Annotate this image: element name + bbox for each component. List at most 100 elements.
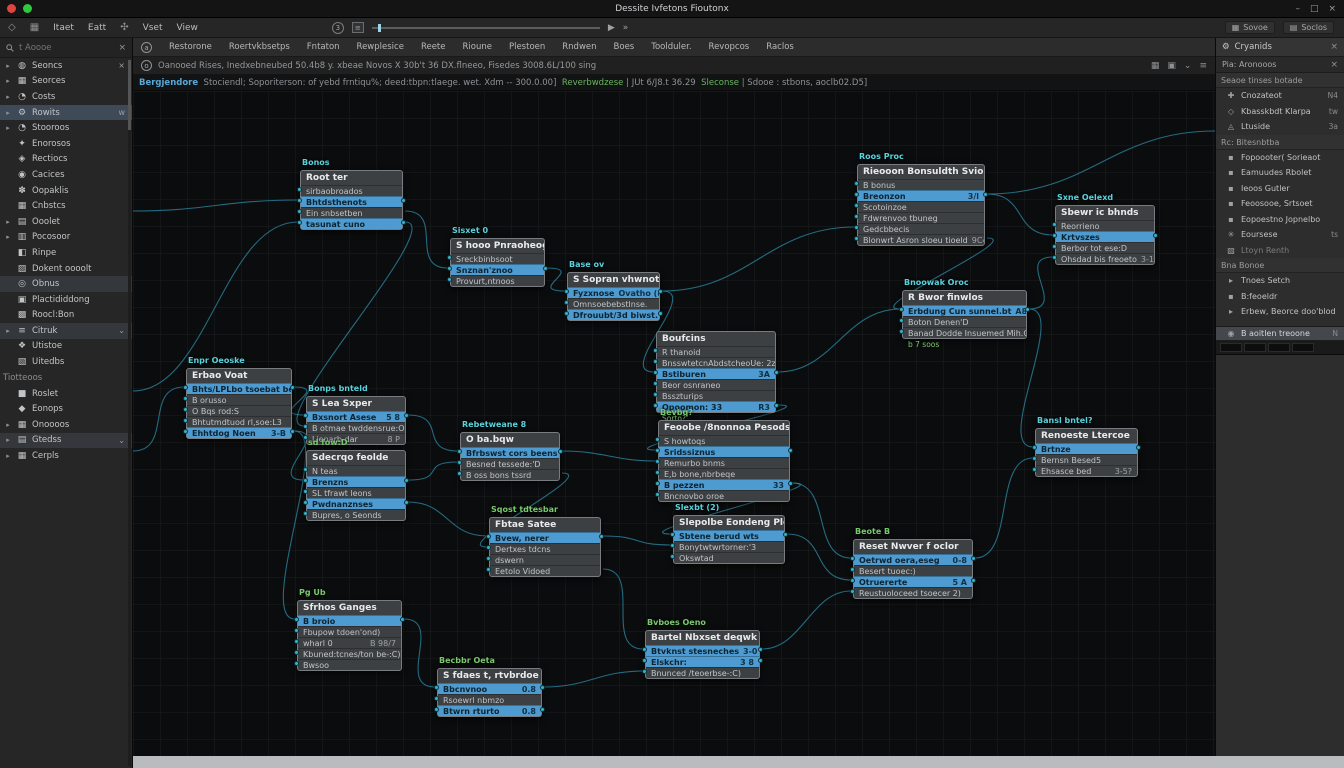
expander-icon[interactable]: ▸ <box>4 93 12 101</box>
node-row[interactable]: Bonytwtwrtorner:'3 <box>674 541 784 552</box>
panel-item-eamuudes-rbolet[interactable]: ▪Eamuudes Rbolet <box>1216 165 1344 181</box>
node-box[interactable]: R Bwor finwlosErbdung Cun sunnel.btA8Bot… <box>902 290 1027 339</box>
node-row[interactable]: Bbcnvnoo0.8 <box>438 683 541 694</box>
node-row[interactable]: Berbor tot ese:D <box>1056 242 1154 253</box>
graph-node-bartel-nbxset-deqwk[interactable]: Bvboes OenoBartel Nbxset deqwkBtvknst st… <box>645 630 760 679</box>
input-port[interactable] <box>457 449 462 454</box>
node-row[interactable]: Brenzns <box>307 476 405 487</box>
sidebar-item-citruk[interactable]: ▸≡Citruk⌄ <box>0 323 132 339</box>
node-box[interactable]: BoufcinsR thanoidBnsswtetcnAbdstcheoUe: … <box>656 331 776 413</box>
move-icon[interactable]: ✣ <box>120 22 128 33</box>
node-row[interactable]: Btvknst stesneches3-0 <box>646 645 759 656</box>
node-box[interactable]: Feoobe /8nonnoa PesodsS howtoqsSridssizn… <box>658 420 790 502</box>
input-port[interactable] <box>434 696 439 701</box>
node-row[interactable]: Ohsdad bis freoeto3-1:0 <box>1056 253 1154 264</box>
node-box[interactable]: Slepolbe Eondeng PlecolstSbtene berud wt… <box>673 515 785 564</box>
panel-item-feoosooe-srtsoet[interactable]: ▪Feoosooe, Srtsoet <box>1216 196 1344 212</box>
node-box[interactable]: Root tersirbaobroadosBhtdsthenotsEin snb… <box>300 170 403 230</box>
input-port[interactable] <box>457 471 462 476</box>
node-row[interactable]: Btwrn rturto0.8 <box>438 705 541 716</box>
sidebar-item-eonops[interactable]: ◆Eonops <box>0 401 132 417</box>
output-port[interactable] <box>658 311 663 316</box>
chevron-down-icon[interactable]: ⌄ <box>118 326 128 335</box>
tab-plestoen[interactable]: Plestoen <box>509 42 545 52</box>
sidebar-item-seoncs[interactable]: ▸◍Seoncs× <box>0 58 132 74</box>
input-port[interactable] <box>653 392 658 397</box>
input-port[interactable] <box>670 554 675 559</box>
input-port[interactable] <box>303 500 308 505</box>
skip-end-icon[interactable]: » <box>623 23 629 33</box>
node-row[interactable]: Reorrieno <box>1056 220 1154 231</box>
clear-search-icon[interactable]: × <box>118 43 126 53</box>
input-port[interactable] <box>653 403 658 408</box>
node-row[interactable]: Krtvszes <box>1056 231 1154 242</box>
panel-item-ltuside[interactable]: ◬Ltuside3a <box>1216 119 1344 135</box>
panel-item-erbew-beorce-doo-blod[interactable]: ▸Erbew, Beorce doo'blod <box>1216 304 1344 320</box>
output-port[interactable] <box>404 413 409 418</box>
input-port[interactable] <box>1052 222 1057 227</box>
input-port[interactable] <box>297 187 302 192</box>
tab-rewplesice[interactable]: Rewplesice <box>357 42 404 52</box>
input-port[interactable] <box>447 277 452 282</box>
graph-node-renoeste-ltercoe[interactable]: Bansl bntel?Renoeste LtercoeBrtnzeBernsn… <box>1035 428 1138 477</box>
node-row[interactable]: SL tfrawt leons <box>307 487 405 498</box>
menu-itaet[interactable]: Itaet <box>53 23 74 33</box>
sidebar-item-stooroos[interactable]: ▸◔Stooroos <box>0 120 132 136</box>
input-port[interactable] <box>294 617 299 622</box>
output-port[interactable] <box>983 192 988 197</box>
graph-node-boufcins[interactable]: BoufcinsR thanoidBnsswtetcnAbdstcheoUe: … <box>656 331 776 413</box>
input-port[interactable] <box>854 225 859 230</box>
sidebar-item-roocl-bon[interactable]: ▩Roocl:Bon <box>0 308 132 324</box>
input-port[interactable] <box>854 203 859 208</box>
graph-node-erbao-voat[interactable]: Enpr OeoskeErbao VoatBhts/LPLbo tsoebat … <box>186 368 292 439</box>
output-port[interactable] <box>400 617 405 622</box>
input-port[interactable] <box>447 266 452 271</box>
node-box[interactable]: Renoeste LtercoeBrtnzeBernsn Besed5Ehsas… <box>1035 428 1138 477</box>
node-row[interactable]: Kbuned:tcnes/ton be-:C) <box>298 648 401 659</box>
node-row[interactable]: Bvew, nerer <box>490 532 600 543</box>
node-row[interactable]: Blonwrt Asron sloeu tioeld9C44 <box>858 234 984 245</box>
output-port[interactable] <box>788 481 793 486</box>
sidebar-item-rectiocs[interactable]: ◈Rectiocs <box>0 152 132 168</box>
node-row[interactable]: Sbtene berud wts <box>674 530 784 541</box>
tab-boes[interactable]: Boes <box>614 42 635 52</box>
input-port[interactable] <box>653 359 658 364</box>
expander-icon[interactable]: ▸ <box>4 109 12 117</box>
node-row[interactable]: Reustuoloceed tsoecer 2) <box>854 587 972 598</box>
frame-box-icon[interactable]: ≡ <box>352 22 364 33</box>
node-row[interactable]: N teas <box>307 465 405 476</box>
expander-icon[interactable]: ▸ <box>4 77 12 85</box>
loop-icon[interactable]: 3 <box>332 22 344 34</box>
node-row[interactable]: Omnsoebebstlnse. <box>568 298 659 309</box>
grab-icon[interactable]: ▦ <box>30 22 39 33</box>
node-canvas[interactable]: BonosRoot tersirbaobroadosBhtdsthenotsEi… <box>133 91 1215 756</box>
node-row[interactable]: dswern <box>490 554 600 565</box>
tab-fntaton[interactable]: Fntaton <box>307 42 340 52</box>
output-port[interactable] <box>774 370 779 375</box>
node-box[interactable]: Fbtae SateeBvew, nererDertxes tdcnsdswer… <box>489 517 601 577</box>
node-row[interactable]: B otmae twddensrue:O <box>307 422 405 433</box>
node-row[interactable]: Scotoinzoe <box>858 201 984 212</box>
node-row[interactable]: Provurt,ntnoos <box>451 275 544 286</box>
chevron-down-icon[interactable]: ⌄ <box>1184 61 1192 71</box>
node-row[interactable]: Bnunced /teoerbse-:C) <box>646 667 759 678</box>
input-port[interactable] <box>899 307 904 312</box>
node-row[interactable]: Oetrwd oera,eseg0-8 <box>854 554 972 565</box>
expander-icon[interactable]: ▸ <box>4 327 12 335</box>
output-port[interactable] <box>788 448 793 453</box>
node-row[interactable]: B pezzen33 <box>659 479 789 490</box>
node-row[interactable]: O Bqs rod:S <box>187 405 291 416</box>
graph-node-feoobe-8nonnoa-pesods[interactable]: Bevbq?Feoobe /8nonnoa PesodsS howtoqsSri… <box>658 420 790 502</box>
node-row[interactable]: B orusso <box>187 394 291 405</box>
node-row[interactable]: Beor osnraneo <box>657 379 775 390</box>
input-port[interactable] <box>303 511 308 516</box>
input-port[interactable] <box>564 300 569 305</box>
node-row[interactable]: Ehhtdog Noen3-B <box>187 427 291 438</box>
input-port[interactable] <box>297 220 302 225</box>
output-port[interactable] <box>540 685 545 690</box>
panel-item-eopoestno-jopnelbo[interactable]: ▪Eopoestno Jopnelbo <box>1216 212 1344 228</box>
node-row[interactable]: Fbupow tdoen'ond) <box>298 626 401 637</box>
node-box[interactable]: S hooo PnraoheogSreckbinbsootSnznan'znoo… <box>450 238 545 287</box>
node-row[interactable]: Otruererte5 A <box>854 576 972 587</box>
tab-reete[interactable]: Reete <box>421 42 446 52</box>
